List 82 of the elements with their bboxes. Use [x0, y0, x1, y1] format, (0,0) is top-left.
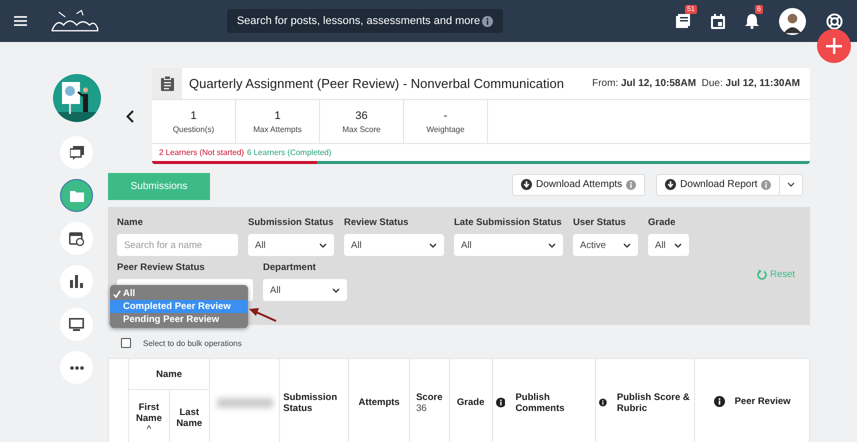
bulk-label: Select to do bulk operations [143, 338, 242, 348]
folder-icon [70, 190, 84, 202]
download-button[interactable]: Download Report [656, 174, 780, 196]
column-header: Last Name [176, 407, 202, 429]
add-button[interactable] [817, 29, 851, 63]
caret-icon [332, 288, 340, 292]
select-field[interactable]: All [248, 234, 334, 256]
chat-icon [70, 146, 84, 160]
caret-icon [429, 242, 437, 248]
download-icon [665, 179, 676, 190]
blurred-header [216, 398, 273, 408]
screen-button[interactable] [60, 308, 93, 341]
sort-caret[interactable]: ^ [146, 424, 152, 434]
dropdown-option[interactable]: All [110, 287, 248, 300]
select-field[interactable]: All [648, 234, 689, 256]
pointer-arrow [248, 307, 278, 323]
bell-icon[interactable] [745, 13, 759, 29]
calendar-clock-icon [69, 231, 84, 246]
not-started-count: 2 Learners (Not started) [159, 148, 244, 157]
more-icon [70, 366, 84, 370]
column-header: First Name [136, 402, 162, 424]
back-chevron-icon[interactable] [126, 110, 134, 122]
column-header: Submission Status [283, 392, 338, 414]
caret-icon [319, 242, 327, 248]
menu-icon[interactable] [14, 15, 27, 27]
monitor-icon [69, 318, 84, 331]
clipboard-icon [160, 76, 174, 91]
column-header: Peer Review [714, 396, 791, 406]
stat-value: - [444, 110, 448, 122]
name-search-field[interactable]: Search for a name [117, 234, 238, 256]
filter-label: Late Submission Status [454, 217, 563, 228]
stat-label: Weightage [426, 124, 465, 134]
filter-label: Peer Review Status [117, 262, 206, 273]
stat-value: 1 [274, 110, 281, 122]
column-header: Publish Score & Rubric [599, 392, 692, 414]
more-button[interactable] [60, 351, 93, 384]
filter-label: User Status [573, 217, 627, 228]
column-header: Grade [456, 397, 484, 408]
select-field[interactable]: All [454, 234, 563, 256]
filter-label: Review Status [344, 217, 410, 228]
plus-icon [826, 38, 842, 54]
search-field[interactable]: Search for posts, lessons, assessments and more [226, 9, 503, 33]
info-icon [761, 180, 772, 190]
dropdown-option[interactable]: Pending Peer Review [110, 313, 248, 326]
stat-label: Max Attempts [253, 124, 302, 134]
select-field[interactable]: Active [573, 234, 638, 256]
assignment-title: Quarterly Assignment (Peer Review) - Nonverbal Communication [189, 76, 565, 91]
reset-icon [757, 269, 768, 280]
info-icon [626, 180, 636, 190]
filter-label: Grade [648, 217, 676, 228]
caret-icon [787, 182, 796, 187]
select-field[interactable]: All [344, 234, 444, 256]
select-field[interactable]: All [263, 279, 347, 301]
download-button[interactable]: Download Attempts [512, 174, 646, 196]
caret-icon [623, 242, 631, 248]
chart-button[interactable] [60, 265, 93, 298]
info-icon [482, 16, 493, 26]
completed-count: 6 Learners (Completed) [246, 148, 332, 157]
filter-label: Name [117, 217, 144, 228]
caret-icon [674, 242, 682, 248]
column-header: Publish Comments [496, 392, 592, 414]
help-icon[interactable] [826, 12, 843, 30]
avatar[interactable] [779, 8, 806, 34]
chat-button[interactable] [60, 136, 93, 169]
folder-button[interactable] [60, 179, 93, 212]
calendar-button[interactable] [60, 222, 93, 255]
stat-value: 36 [355, 110, 368, 122]
date-range: From: Jul 12, 10:58AM Due: Jul 12, 11:30AM [592, 78, 800, 89]
stat-label: Max Score [342, 124, 381, 134]
stat-label: Question(s) [172, 124, 214, 134]
bulk-checkbox[interactable] [121, 338, 131, 348]
posts-icon[interactable] [675, 13, 691, 29]
column-header: Name [128, 358, 210, 390]
stat-value: 1 [190, 110, 197, 122]
filter-label: Submission Status [248, 217, 334, 228]
calendar-icon[interactable] [711, 14, 725, 28]
download-icon [521, 179, 532, 190]
caret-icon [548, 242, 556, 248]
column-header: Score 36 [416, 392, 442, 414]
filter-label: Department [263, 262, 317, 273]
column-header: Attempts [358, 397, 400, 408]
bar-chart-icon [70, 275, 83, 288]
